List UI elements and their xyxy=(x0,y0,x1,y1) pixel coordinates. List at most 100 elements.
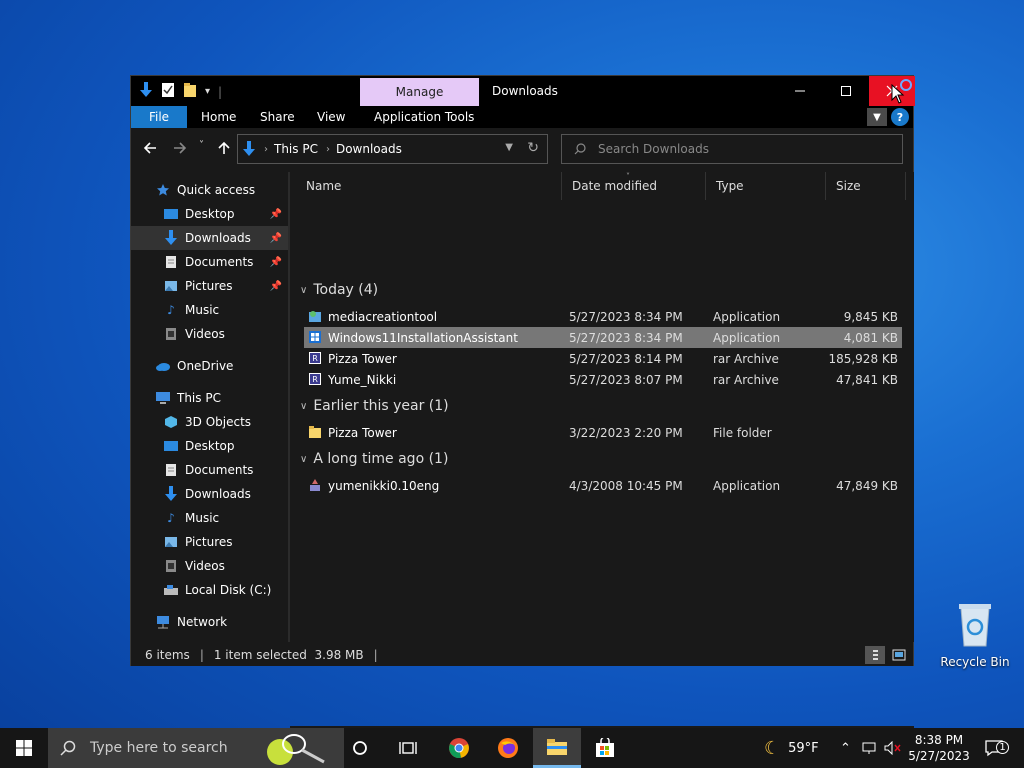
customize-qat-icon[interactable]: ▾ xyxy=(205,86,210,97)
breadcrumb-downloads[interactable]: Downloads xyxy=(336,142,402,156)
column-header-name[interactable]: Name xyxy=(296,172,562,200)
file-size: 47,849 KB xyxy=(836,478,898,493)
taskbar-firefox[interactable] xyxy=(484,728,532,768)
address-dropdown-icon[interactable]: ▼ xyxy=(505,142,513,153)
nav-pc-local-disk[interactable]: Local Disk (C:) xyxy=(131,578,288,602)
clock-date: 5/27/2023 xyxy=(908,749,970,763)
nav-qa-pictures[interactable]: Pictures 📌 xyxy=(131,274,288,298)
ribbon-tabs: File Home Share View Application Tools ▼… xyxy=(131,106,913,128)
task-view-button[interactable] xyxy=(384,728,432,768)
minimize-button[interactable] xyxy=(777,76,823,106)
nav-qa-desktop[interactable]: Desktop 📌 xyxy=(131,202,288,226)
navigation-pane: Quick access Desktop 📌 Downloads 📌 Docum… xyxy=(131,172,288,642)
file-row[interactable]: R Yume_Nikki 5/27/2023 8:07 PM rar Archi… xyxy=(304,369,902,390)
nav-network[interactable]: Network xyxy=(131,610,288,634)
tab-application-tools[interactable]: Application Tools xyxy=(360,106,488,128)
task-view-icon xyxy=(399,742,417,754)
action-center-button[interactable]: 1 xyxy=(984,728,1009,768)
selection-info: 1 item selected 3.98 MB xyxy=(213,648,364,662)
recycle-bin[interactable]: Recycle Bin xyxy=(938,600,1012,669)
nav-pc-music[interactable]: ♪ Music xyxy=(131,506,288,530)
group-header[interactable]: ∨ Today (4) xyxy=(300,282,378,298)
group-header[interactable]: ∨ Earlier this year (1) xyxy=(300,398,449,414)
file-date: 4/3/2008 10:45 PM xyxy=(569,478,683,493)
group-label: Today (4) xyxy=(313,282,379,298)
file-name: Windows11InstallationAssistant xyxy=(328,330,518,345)
taskbar-chrome[interactable] xyxy=(435,728,483,768)
nav-qa-downloads[interactable]: Downloads 📌 xyxy=(131,226,288,250)
navigation-bar: ˅ › This PC › Downloads ▼ ↻ Search Downl… xyxy=(131,128,913,172)
column-header-date-modified[interactable]: Date modified ˅ xyxy=(562,172,706,200)
file-row[interactable]: Pizza Tower 3/22/2023 2:20 PM File folde… xyxy=(304,422,902,443)
recent-locations-button[interactable]: ˅ xyxy=(199,140,204,151)
tab-manage[interactable]: Manage xyxy=(360,78,479,106)
taskbar-search-placeholder: Type here to search xyxy=(90,740,228,756)
taskbar-store[interactable] xyxy=(581,728,629,768)
nav-pc-desktop[interactable]: Desktop xyxy=(131,434,288,458)
refresh-icon[interactable]: ↻ xyxy=(527,140,539,156)
start-button[interactable] xyxy=(0,728,48,768)
column-header-type[interactable]: Type xyxy=(706,172,826,200)
file-row[interactable]: yumenikki0.10eng 4/3/2008 10:45 PM Appli… xyxy=(304,475,902,496)
file-date: 5/27/2023 8:07 PM xyxy=(569,372,683,387)
nav-pc-3d-objects[interactable]: 3D Objects xyxy=(131,410,288,434)
windows-logo-icon xyxy=(16,740,32,756)
forward-button[interactable] xyxy=(173,140,187,159)
help-button[interactable]: ? xyxy=(891,108,909,126)
large-icons-view-button[interactable] xyxy=(889,646,909,664)
nav-pc-documents[interactable]: Documents xyxy=(131,458,288,482)
back-button[interactable] xyxy=(143,140,157,159)
nav-pc-videos[interactable]: Videos xyxy=(131,554,288,578)
address-bar[interactable]: › This PC › Downloads ▼ ↻ xyxy=(237,134,548,164)
network-tray-button[interactable] xyxy=(862,728,878,768)
tab-share[interactable]: Share xyxy=(246,106,309,128)
expand-ribbon-button[interactable]: ▼ xyxy=(867,108,887,126)
download-arrow-icon xyxy=(163,230,179,246)
file-row[interactable]: mediacreationtool 5/27/2023 8:34 PM Appl… xyxy=(304,306,902,327)
pin-icon[interactable]: 📌 xyxy=(270,257,282,268)
file-row-selected[interactable]: Windows11InstallationAssistant 5/27/2023… xyxy=(304,327,902,348)
tab-view[interactable]: View xyxy=(303,106,359,128)
properties-icon[interactable] xyxy=(161,82,175,101)
cortana-button[interactable] xyxy=(336,728,384,768)
tab-home[interactable]: Home xyxy=(187,106,250,128)
tab-file[interactable]: File xyxy=(131,106,187,128)
show-hidden-icons-button[interactable]: ⌃ xyxy=(840,728,851,768)
file-row[interactable]: R Pizza Tower 5/27/2023 8:14 PM rar Arch… xyxy=(304,348,902,369)
taskbar-file-explorer[interactable] xyxy=(533,728,581,768)
nav-onedrive[interactable]: OneDrive xyxy=(131,354,288,378)
search-box[interactable]: Search Downloads xyxy=(561,134,903,164)
videos-icon xyxy=(163,326,179,342)
nav-qa-music[interactable]: ♪ Music xyxy=(131,298,288,322)
pin-icon[interactable]: 📌 xyxy=(270,281,282,292)
folder-icon xyxy=(309,426,321,438)
nav-qa-documents[interactable]: Documents 📌 xyxy=(131,250,288,274)
star-icon xyxy=(155,182,171,198)
download-arrow-icon xyxy=(139,82,153,101)
chevron-down-icon: ∨ xyxy=(300,453,308,465)
details-view-button[interactable] xyxy=(865,646,885,664)
breadcrumb-this-pc[interactable]: This PC xyxy=(274,142,318,156)
nav-quick-access[interactable]: Quick access xyxy=(131,178,288,202)
network-tray-icon xyxy=(862,742,876,754)
column-header-size[interactable]: Size xyxy=(826,172,906,200)
group-header[interactable]: ∨ A long time ago (1) xyxy=(300,451,448,467)
nav-pc-pictures[interactable]: Pictures xyxy=(131,530,288,554)
weather-widget[interactable]: ☾ 59°F xyxy=(764,728,819,768)
taskbar-clock[interactable]: 8:38 PM 5/27/2023 xyxy=(904,732,974,764)
svg-text:R: R xyxy=(312,375,318,384)
videos-icon xyxy=(163,558,179,574)
nav-qa-videos[interactable]: Videos xyxy=(131,322,288,346)
nav-this-pc[interactable]: This PC xyxy=(131,386,288,410)
taskbar-search-box[interactable]: Type here to search xyxy=(48,728,344,768)
pin-icon[interactable]: 📌 xyxy=(270,209,282,220)
new-folder-icon[interactable] xyxy=(183,82,197,101)
volume-tray-button[interactable] xyxy=(884,728,902,768)
pin-icon[interactable]: 📌 xyxy=(270,233,282,244)
maximize-button[interactable] xyxy=(823,76,869,106)
file-list: Name Date modified ˅ Type Size ∨ Today (… xyxy=(290,172,914,742)
windows-app-icon xyxy=(309,331,321,343)
up-button[interactable] xyxy=(217,140,231,159)
nav-label: Desktop xyxy=(185,207,235,221)
nav-pc-downloads[interactable]: Downloads xyxy=(131,482,288,506)
